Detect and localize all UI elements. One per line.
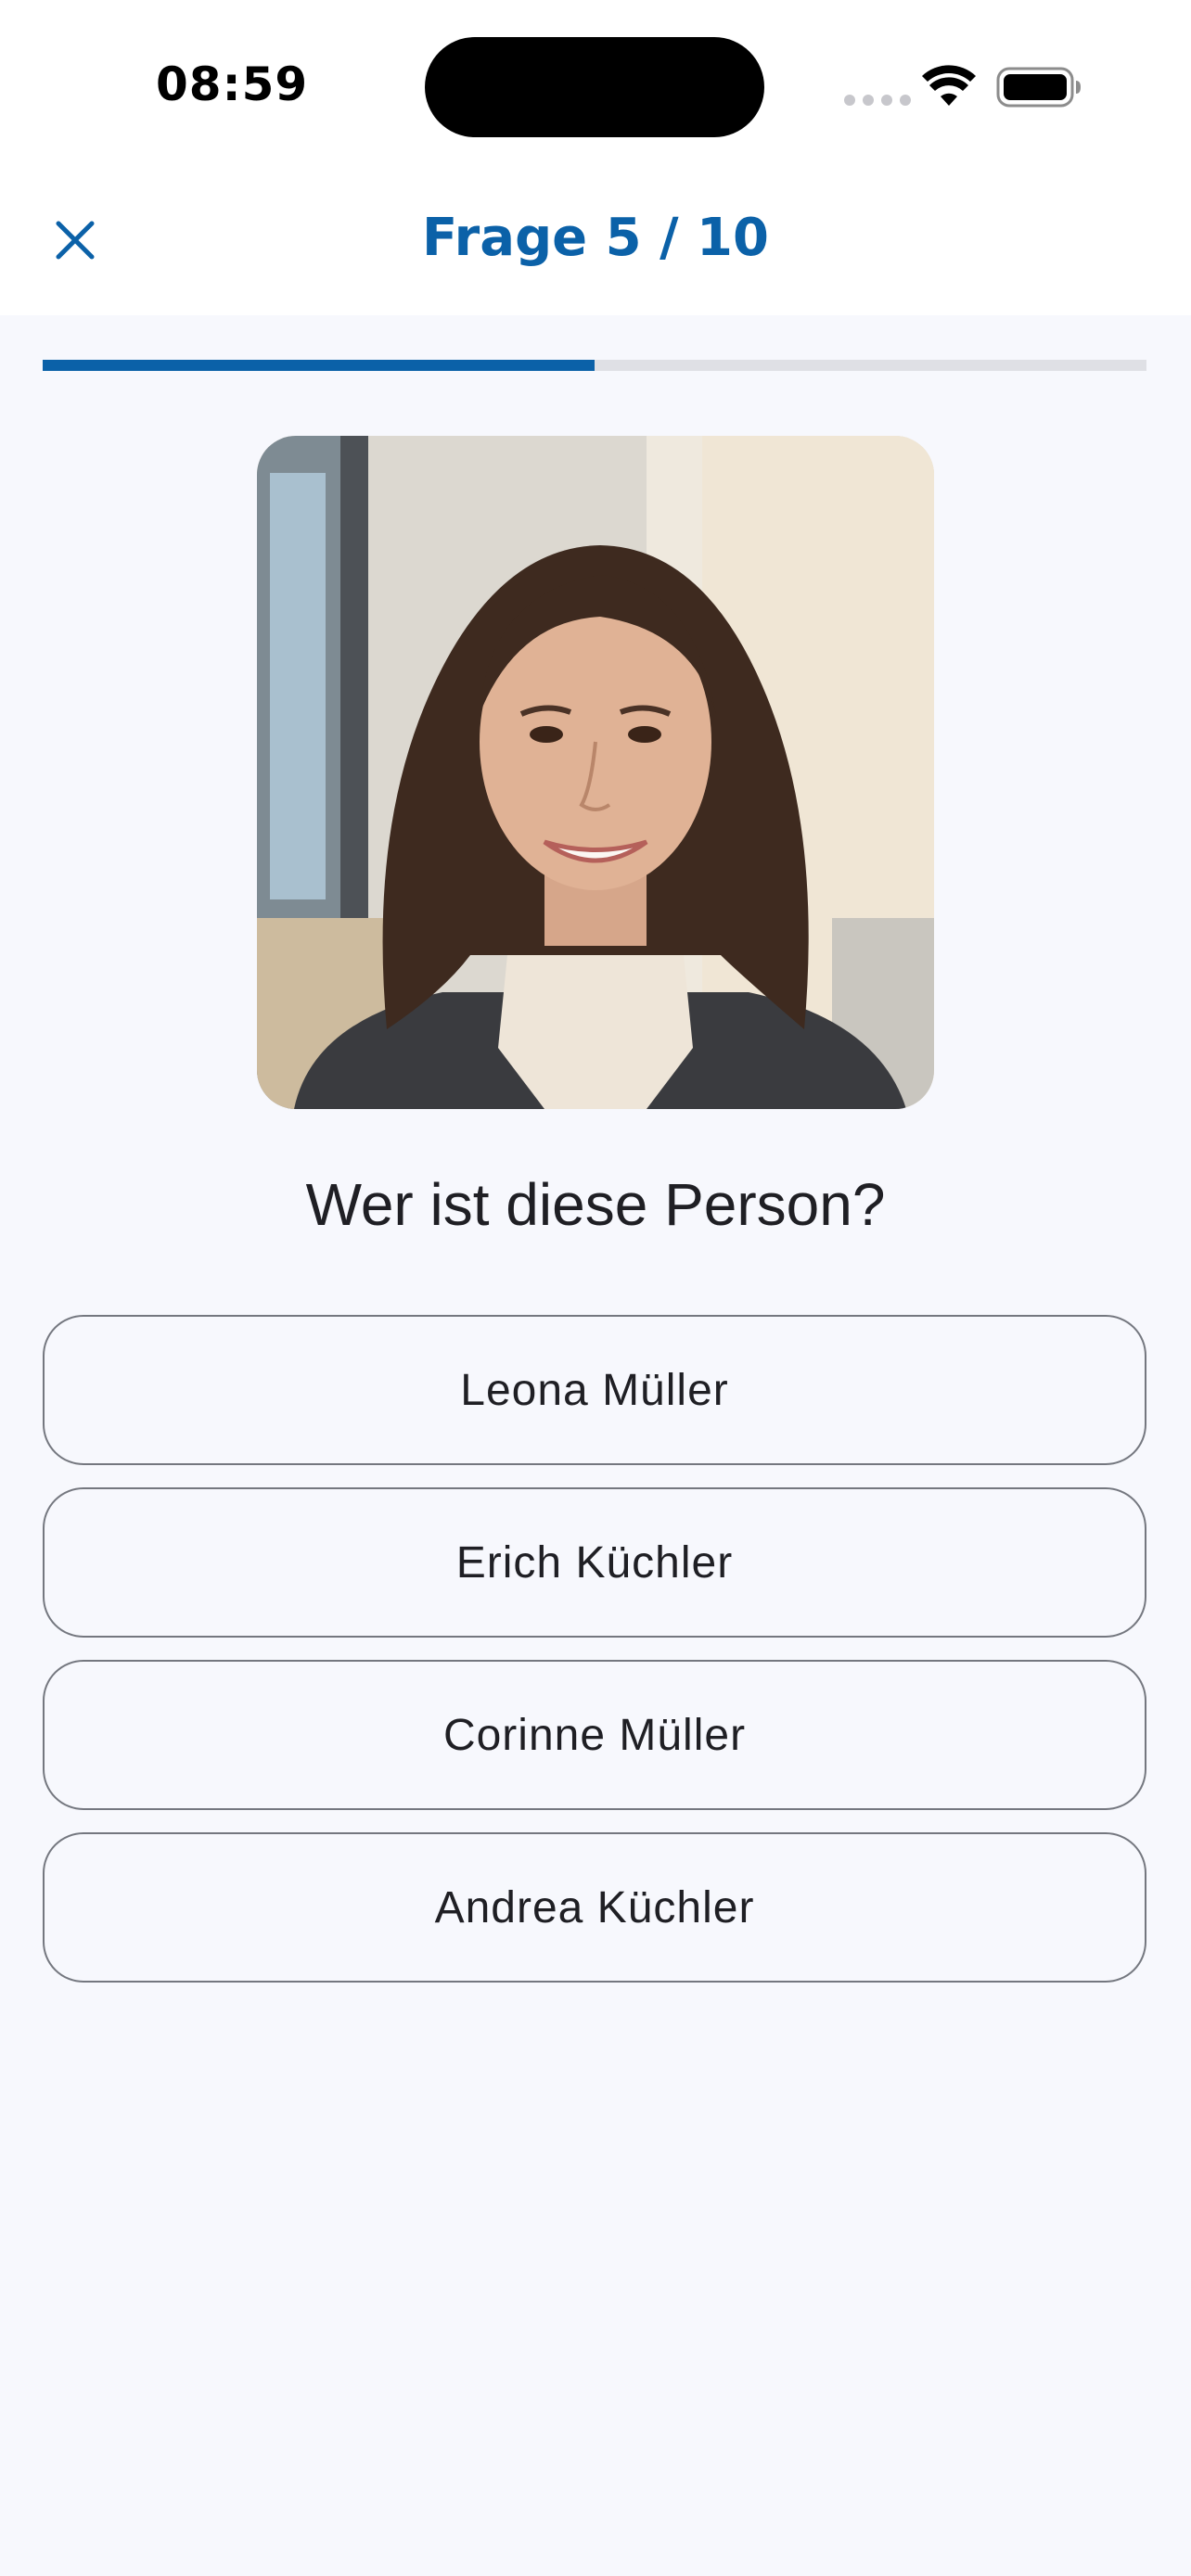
answer-option-2[interactable]: Erich Küchler [43, 1487, 1146, 1638]
answer-option-3[interactable]: Corinne Müller [43, 1660, 1146, 1810]
status-time: 08:59 [156, 57, 309, 111]
answer-option-1[interactable]: Leona Müller [43, 1315, 1146, 1465]
answer-option-4[interactable]: Andrea Küchler [43, 1832, 1146, 1983]
person-photo [257, 436, 934, 1109]
progress-bar [43, 360, 1146, 371]
answer-list: Leona Müller Erich Küchler Corinne Mülle… [43, 1315, 1146, 2005]
page-title: Frage 5 / 10 [422, 208, 769, 268]
battery-icon [996, 67, 1081, 108]
progress-bar-fill [43, 360, 595, 371]
wifi-icon [922, 65, 976, 106]
dynamic-island [425, 37, 764, 137]
question-text: Wer ist diese Person? [305, 1171, 886, 1238]
cellular-signal-icon [844, 95, 911, 106]
